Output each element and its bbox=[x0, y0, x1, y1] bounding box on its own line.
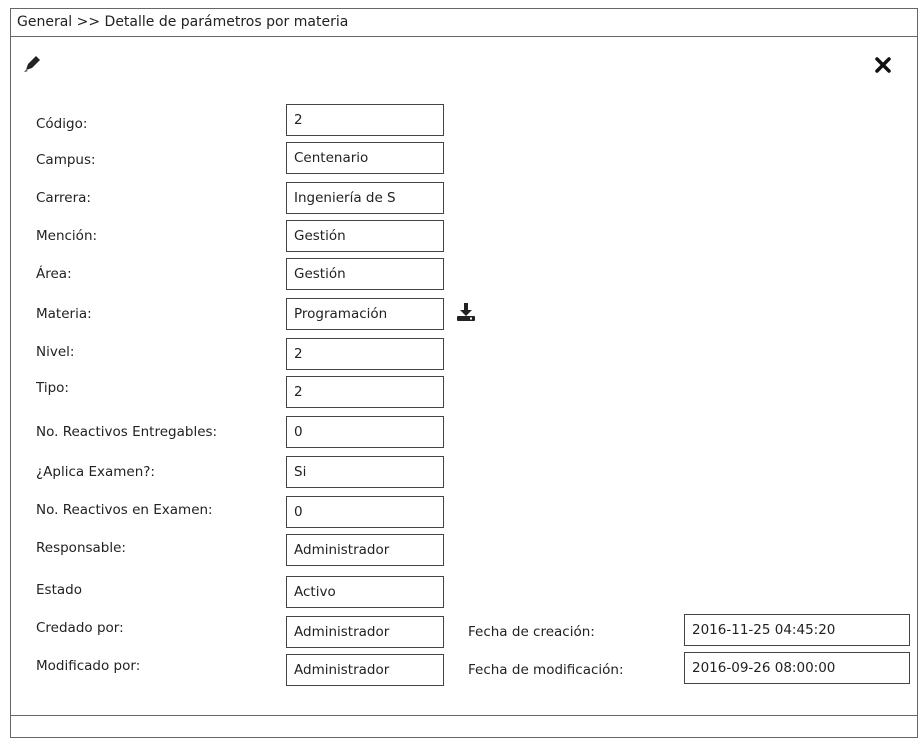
fecha-creacion-label: Fecha de creación: bbox=[468, 624, 595, 640]
fecha-modificacion-label: Fecha de modificación: bbox=[468, 662, 624, 678]
mencion-label: Mención: bbox=[36, 228, 98, 244]
responsable-field[interactable]: Administrador bbox=[286, 534, 444, 566]
aplica-examen-field[interactable]: Si bbox=[286, 456, 444, 488]
modificado-por-label: Modificado por: bbox=[36, 658, 141, 674]
reactivos-entregables-label: No. Reactivos Entregables: bbox=[36, 424, 218, 440]
nivel-field[interactable]: 2 bbox=[286, 338, 444, 370]
carrera-field[interactable]: Ingeniería de S bbox=[286, 182, 444, 214]
tipo-label: Tipo: bbox=[36, 380, 69, 396]
footer-divider bbox=[11, 715, 917, 716]
codigo-field[interactable]: 2 bbox=[286, 104, 444, 136]
mencion-field[interactable]: Gestión bbox=[286, 220, 444, 252]
campus-field[interactable]: Centenario bbox=[286, 142, 444, 174]
campus-label: Campus: bbox=[36, 152, 96, 168]
nivel-label: Nivel: bbox=[36, 344, 75, 360]
creado-por-field[interactable]: Administrador bbox=[286, 616, 444, 648]
reactivos-examen-label: No. Reactivos en Examen: bbox=[36, 502, 213, 518]
estado-field[interactable]: Activo bbox=[286, 576, 444, 608]
reactivos-examen-field[interactable]: 0 bbox=[286, 496, 444, 528]
reactivos-entregables-field[interactable]: 0 bbox=[286, 416, 444, 448]
area-field[interactable]: Gestión bbox=[286, 258, 444, 290]
fecha-modificacion-field[interactable]: 2016-09-26 08:00:00 bbox=[684, 652, 910, 684]
estado-label: Estado bbox=[36, 582, 82, 598]
responsable-label: Responsable: bbox=[36, 540, 126, 556]
close-icon[interactable] bbox=[874, 56, 892, 74]
codigo-label: Código: bbox=[36, 116, 88, 132]
creado-por-label: Credado por: bbox=[36, 620, 124, 636]
materia-label: Materia: bbox=[36, 306, 92, 322]
modificado-por-field[interactable]: Administrador bbox=[286, 654, 444, 686]
pencil-icon[interactable] bbox=[22, 54, 42, 74]
area-label: Área: bbox=[36, 266, 72, 282]
download-icon[interactable] bbox=[456, 302, 476, 322]
materia-field[interactable]: Programación bbox=[286, 298, 444, 330]
carrera-label: Carrera: bbox=[36, 190, 91, 206]
breadcrumb: General >> Detalle de parámetros por mat… bbox=[11, 9, 917, 37]
aplica-examen-label: ¿Aplica Examen?: bbox=[36, 464, 155, 480]
tipo-field[interactable]: 2 bbox=[286, 376, 444, 408]
fecha-creacion-field[interactable]: 2016-11-25 04:45:20 bbox=[684, 614, 910, 646]
